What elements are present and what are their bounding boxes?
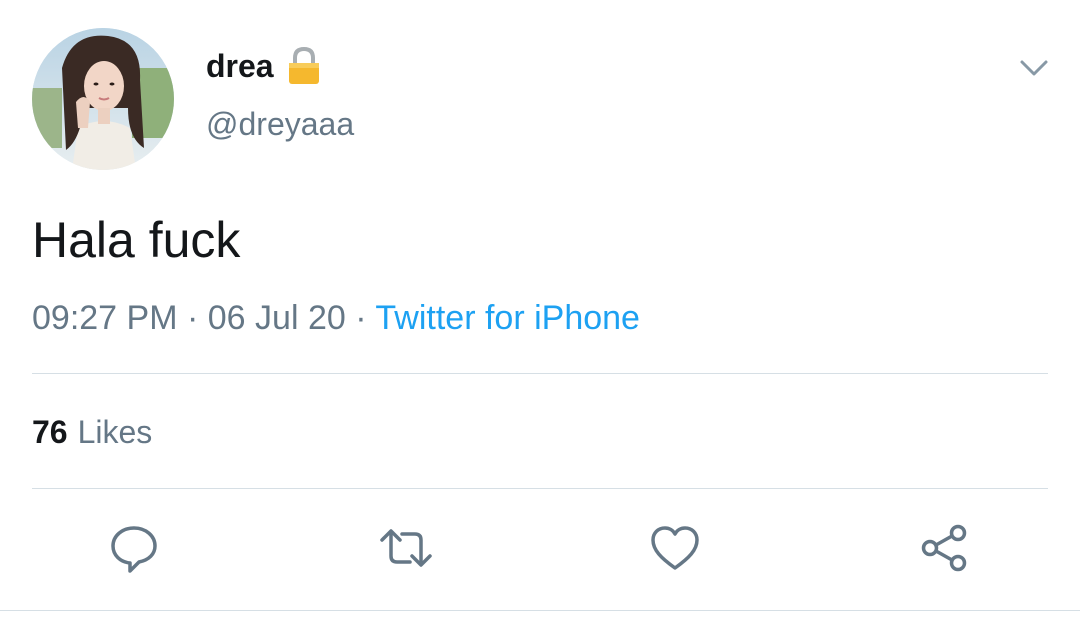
meta-separator: · [186,299,199,337]
share-button[interactable] [918,522,970,574]
tweet-source-link[interactable]: Twitter for iPhone [375,299,640,337]
display-name[interactable]: drea [206,46,322,86]
like-button[interactable] [649,522,701,574]
tweet-meta: 09:27 PM · 06 Jul 20 · Twitter for iPhon… [32,294,640,342]
likes-stat[interactable]: 76 Likes [32,410,152,454]
tweet-text: Hala fuck [32,212,241,268]
divider [0,610,1080,611]
author-handle[interactable]: @dreyaaa [206,104,354,144]
retweet-button[interactable] [376,522,432,574]
tweet-time: 09:27 PM [32,299,178,337]
retweet-icon [380,529,432,567]
likes-label: Likes [77,414,153,450]
tweet-date: 06 Jul 20 [207,299,346,337]
heart-icon [651,526,699,570]
divider [32,373,1048,374]
tweet-card: drea @dreyaaa Hala fuck 09:27 PM · 06 Ju… [0,0,1080,628]
avatar[interactable] [32,28,174,170]
meta-separator: · [355,299,367,337]
chevron-down-icon[interactable] [1016,52,1052,84]
display-name-text: drea [206,48,274,84]
speech-bubble-icon [111,526,157,573]
share-icon [921,524,967,572]
lock-icon [286,46,322,86]
reply-button[interactable] [108,522,160,574]
likes-count: 76 [32,414,68,450]
divider [32,488,1048,489]
